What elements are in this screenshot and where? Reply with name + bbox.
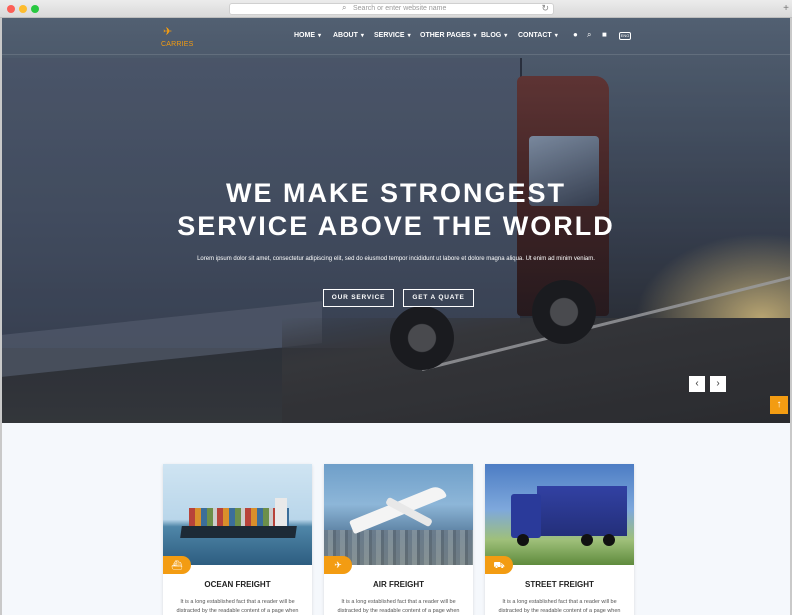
street-freight-image [485,464,634,565]
service-card-ocean-freight[interactable]: ⛴ OCEAN FREIGHT It is a long established… [163,464,312,615]
scroll-to-top-button[interactable]: ↑ [770,396,788,414]
address-placeholder: Search or enter website name [353,5,447,12]
truck-icon: ⛟ [485,556,513,574]
nav-item-other-pages[interactable]: OTHER PAGES ▾ [420,32,476,39]
nav-item-service[interactable]: SERVICE ▾ [374,32,411,39]
ocean-freight-image [163,464,312,565]
chevron-down-icon: ▾ [318,33,322,39]
nav-item-blog[interactable]: BLOG ▾ [481,32,507,39]
nav-item-label: SERVICE [374,32,405,39]
cart-icon[interactable]: ■ [602,30,607,39]
service-title: OCEAN FREIGHT [204,580,271,589]
minimize-window-button[interactable] [19,5,27,13]
search-icon: ⌕ [342,3,347,12]
hero-headline-line2: SERVICE ABOVE THE WORLD [177,211,615,241]
new-tab-button[interactable]: + [783,3,789,14]
nav-item-label: ABOUT [333,32,358,39]
hero-headline-line1: WE MAKE STRONGEST [225,178,566,208]
our-service-button[interactable]: OUR SERVICE [323,289,394,307]
nav-item-label: CONTACT [518,32,552,39]
service-card-air-freight[interactable]: ✈ AIR FREIGHT It is a long established f… [324,464,473,615]
chevron-down-icon: ▾ [554,33,558,39]
service-description: It is a long established fact that a rea… [337,599,460,614]
maximize-window-button[interactable] [31,5,39,13]
brand-logo[interactable]: ✈ CARRIES [161,26,197,52]
nav-item-label: BLOG [481,32,502,39]
service-title: AIR FREIGHT [372,580,425,589]
hero-slider: ✈ CARRIES HOME ▾ ABOUT ▾ SERVICE ▾ OTHER PA… [2,18,790,423]
plane-icon: ✈ [324,556,352,574]
user-icon[interactable]: ● [573,30,578,39]
ship-icon: ⛴ [163,556,191,574]
nav-item-home[interactable]: HOME ▾ [294,32,321,39]
language-selector[interactable]: ENG [619,32,631,40]
brand-name: CARRIES [161,41,194,48]
slider-next-button[interactable]: › [710,376,726,392]
service-card-street-freight[interactable]: ⛟ STREET FREIGHT It is a long establishe… [485,464,634,615]
nav-item-label: OTHER PAGES [420,32,471,39]
nav-item-contact[interactable]: CONTACT ▾ [518,32,558,39]
plane-icon: ✈ [163,26,173,38]
search-icon[interactable]: ⌕ [587,30,591,40]
chevron-down-icon: ▾ [407,33,411,39]
hero-lead-text: Lorem ipsum dolor sit amet, consectetur … [197,256,595,262]
chevron-down-icon: ▾ [504,33,508,39]
chevron-down-icon: ▾ [360,33,364,39]
browser-toolbar: ⌕ Search or enter website name ↻ + [0,0,792,18]
main-nav: ✈ CARRIES HOME ▾ ABOUT ▾ SERVICE ▾ OTHER PA… [2,18,790,55]
service-description: It is a long established fact that a rea… [176,599,299,614]
web-page: ✈ CARRIES HOME ▾ ABOUT ▾ SERVICE ▾ OTHER PA… [2,18,790,615]
address-bar[interactable]: ⌕ Search or enter website name ↻ [229,3,554,15]
chevron-down-icon: ▾ [473,33,477,39]
get-a-quote-button[interactable]: GET A QUATE [403,289,474,307]
nav-item-label: HOME [294,32,315,39]
air-freight-image [324,464,473,565]
service-description: It is a long established fact that a rea… [498,599,621,614]
reload-icon[interactable]: ↻ [541,3,549,14]
close-window-button[interactable] [7,5,15,13]
slider-prev-button[interactable]: ‹ [689,376,705,392]
nav-item-about[interactable]: ABOUT ▾ [333,32,364,39]
service-title: STREET FREIGHT [525,580,594,589]
